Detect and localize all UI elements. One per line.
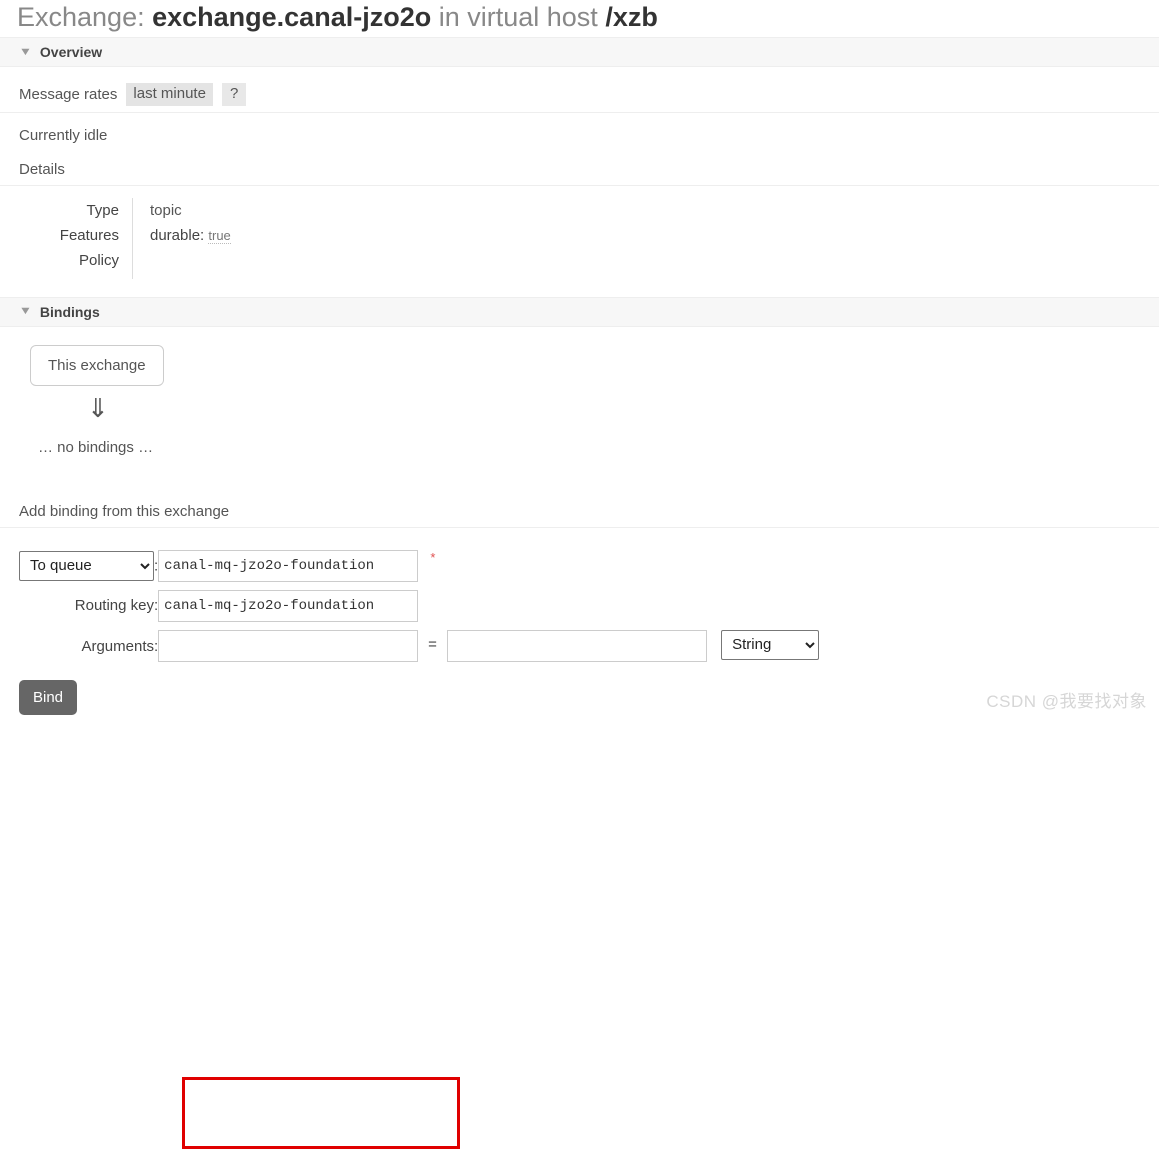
message-rates-label: Message rates: [19, 85, 118, 103]
argument-value-input[interactable]: [446, 630, 707, 663]
argument-type-select[interactable]: String Number Boolean List: [721, 629, 820, 660]
bindings-section-header[interactable]: ▼ Bindings: [0, 296, 1159, 327]
detail-label-type: Type: [19, 197, 133, 223]
message-rates-row: Message rates last minute ?: [0, 67, 1159, 113]
red-highlight-annotation: [182, 1076, 460, 1149]
bindings-header-label: Bindings: [39, 303, 100, 320]
feature-value-durable: true: [208, 227, 231, 244]
destination-select-cell: To queue To exchange :: [19, 546, 158, 586]
page-title-middle: in virtual host: [438, 2, 598, 32]
table-row: Arguments: = String Number Boolean List: [19, 626, 820, 667]
table-row: Type topic: [19, 197, 231, 223]
idle-status-text: Currently idle: [19, 126, 108, 144]
overview-header-label: Overview: [39, 44, 103, 60]
arguments-label: Arguments:: [81, 637, 159, 655]
bindings-graph: This exchange ⇓ … no bindings …: [0, 327, 1159, 456]
this-exchange-node[interactable]: This exchange: [30, 344, 164, 386]
help-icon[interactable]: ?: [221, 83, 247, 106]
overview-section-header[interactable]: ▼ Overview: [0, 37, 1159, 67]
table-row: Routing key:: [19, 586, 819, 626]
bind-button[interactable]: Bind: [19, 680, 78, 716]
vhost-name: /xzb: [605, 2, 658, 32]
triangle-down-icon[interactable]: ▼: [19, 306, 33, 317]
destination-type-select[interactable]: To queue To exchange: [19, 550, 154, 581]
exchange-name: exchange.canal-jzo2o: [152, 2, 432, 32]
page-title-prefix: Exchange:: [17, 2, 145, 32]
destination-input-cell: *: [158, 546, 819, 586]
add-binding-section-label: Add binding from this exchange: [0, 503, 1159, 528]
required-marker: *: [430, 549, 436, 565]
destination-name-input[interactable]: [158, 549, 419, 582]
page-title: Exchange: exchange.canal-jzo2o in virtua…: [0, 0, 1159, 37]
table-row: Features durable: true: [19, 222, 231, 248]
double-arrow-down-icon: ⇓: [87, 392, 109, 423]
routing-key-input[interactable]: [158, 589, 419, 622]
detail-label-features: Features: [19, 222, 133, 248]
rates-period-chip[interactable]: last minute: [126, 83, 213, 106]
detail-value-type: topic: [150, 201, 182, 219]
detail-value-policy: [133, 248, 231, 279]
add-binding-fields: To queue To exchange : * Routing key: Ar…: [19, 546, 820, 667]
feature-key-durable: durable:: [150, 226, 205, 244]
routing-key-label: Routing key:: [74, 597, 159, 615]
detail-label-policy: Policy: [19, 247, 133, 279]
table-row: To queue To exchange : *: [19, 546, 819, 586]
triangle-down-icon[interactable]: ▼: [19, 46, 33, 58]
equals-sign: =: [428, 636, 437, 654]
add-binding-form: To queue To exchange : * Routing key: Ar…: [0, 528, 1159, 1149]
routing-key-input-cell: [158, 586, 819, 626]
no-bindings-text: … no bindings …: [38, 438, 154, 456]
details-table: Type topic Features durable: true Policy: [19, 197, 231, 279]
table-row: Policy: [19, 247, 231, 279]
watermark-text: CSDN @我要找对象: [986, 692, 1147, 711]
details-label: Details: [0, 144, 1159, 186]
argument-key-input[interactable]: [158, 630, 419, 663]
detail-value-features: durable: true: [133, 223, 231, 248]
arguments-input-cell: = String Number Boolean List: [158, 626, 820, 667]
